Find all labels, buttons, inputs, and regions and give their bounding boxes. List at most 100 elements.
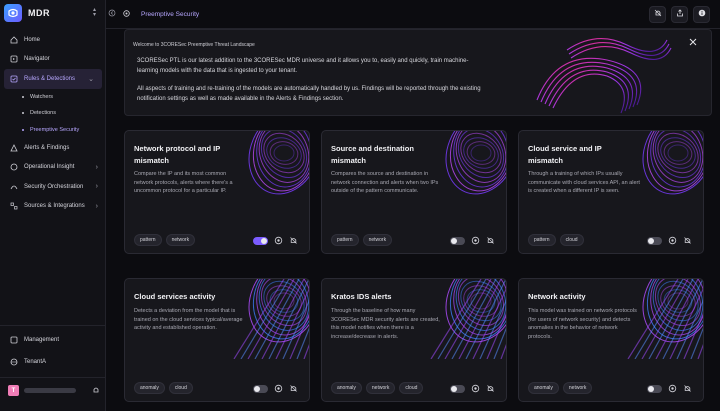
- sidebar-item-sources-integrations[interactable]: Sources & Integrations ›: [0, 197, 106, 217]
- sidebar-item-label: Home: [24, 36, 41, 43]
- sidebar-bottom: Management TenantA T: [0, 325, 106, 396]
- retrain-icon[interactable]: [471, 384, 480, 393]
- tag-network: network: [165, 234, 196, 246]
- sidebar-item-label: Sources & Integrations: [24, 203, 85, 210]
- settings-gear-icon[interactable]: [122, 9, 131, 20]
- model-card: Cloud services activity Detects a deviat…: [124, 278, 310, 402]
- topbar: Preemptive Security: [106, 0, 720, 29]
- tag-cloud: cloud: [399, 382, 424, 394]
- bell-icon[interactable]: [92, 386, 100, 396]
- sidebar-item-management[interactable]: Management: [0, 330, 106, 350]
- tag-network: network: [365, 382, 396, 394]
- enable-toggle[interactable]: [253, 384, 268, 393]
- sidebar-item-rules-detections[interactable]: Rules & Detections ⌄: [4, 69, 102, 89]
- toggle-knob: [648, 385, 654, 392]
- chevron-right-icon: ›: [95, 163, 98, 171]
- sidebar-nav: Home Navigator Rules & Detections ⌄ Watc…: [0, 30, 106, 216]
- card-title: Network protocol and IP mismatch: [134, 144, 221, 165]
- chevron-right-icon: ›: [95, 202, 98, 210]
- info-button[interactable]: [693, 5, 710, 23]
- sidebar-subitem-preemptive-security[interactable]: Preemptive Security: [0, 122, 106, 139]
- sidebar-subitem-detections[interactable]: Detections: [0, 105, 106, 122]
- card-description: This model was trained on network protoc…: [528, 308, 637, 340]
- sidebar-item-alerts-findings[interactable]: Alerts & Findings: [0, 138, 106, 158]
- bell-off-icon[interactable]: [683, 384, 692, 393]
- chevron-up-down-icon[interactable]: ▴ ▾: [93, 7, 96, 18]
- enable-toggle[interactable]: [450, 384, 465, 393]
- card-description: Compares the source and destination in n…: [331, 171, 439, 194]
- orchestration-icon: [9, 182, 18, 191]
- tag-cloud: cloud: [559, 234, 584, 246]
- top-actions: [649, 5, 710, 23]
- tag-anomaly: anomaly: [134, 382, 165, 394]
- home-icon: [9, 35, 18, 44]
- sidebar-item-navigator[interactable]: Navigator: [0, 50, 106, 70]
- retrain-icon[interactable]: [471, 236, 480, 245]
- nav-controls: [108, 9, 131, 20]
- bell-off-icon[interactable]: [289, 236, 298, 245]
- sidebar-subitem-label: Watchers: [30, 93, 54, 100]
- sidebar-subitem-watchers[interactable]: Watchers: [0, 89, 106, 106]
- card-controls: [450, 236, 495, 245]
- card-tags: anomaly network cloud: [331, 382, 424, 394]
- app-switcher[interactable]: MDR ▴ ▾: [4, 3, 102, 23]
- model-card: Network protocol and IP mismatch Compare…: [124, 130, 310, 254]
- toggle-knob: [261, 237, 267, 244]
- retrain-icon[interactable]: [668, 384, 677, 393]
- model-card: Kratos IDS alerts Through the baseline o…: [321, 278, 507, 402]
- close-icon[interactable]: [689, 38, 697, 48]
- settings-icon: [9, 335, 18, 344]
- sidebar-item-tenant[interactable]: TenantA: [0, 353, 106, 373]
- notification-off-button[interactable]: [649, 5, 666, 23]
- divider: [0, 325, 106, 326]
- enable-toggle[interactable]: [253, 236, 268, 245]
- retrain-icon[interactable]: [274, 236, 283, 245]
- share-button[interactable]: [671, 5, 688, 23]
- card-tags: anomaly network: [528, 382, 593, 394]
- globe-icon: [9, 358, 18, 367]
- enable-toggle[interactable]: [647, 384, 662, 393]
- user-row[interactable]: T: [0, 378, 106, 396]
- bell-off-icon[interactable]: [683, 236, 692, 245]
- tag-anomaly: anomaly: [331, 382, 362, 394]
- welcome-paragraph-2: All aspects of training and re-training …: [137, 86, 481, 102]
- compass-icon: [9, 55, 18, 64]
- card-title: Source and destination mismatch: [331, 144, 414, 165]
- tag-anomaly: anomaly: [528, 382, 559, 394]
- tag-cloud: cloud: [168, 382, 193, 394]
- retrain-icon[interactable]: [274, 384, 283, 393]
- sidebar-item-operational-insight[interactable]: Operational Insight ›: [0, 158, 106, 178]
- bell-off-icon: [654, 9, 662, 19]
- tenant-label: TenantA: [24, 359, 47, 366]
- card-title: Kratos IDS alerts: [331, 292, 392, 301]
- collapse-sidebar-icon[interactable]: [108, 9, 116, 19]
- card-description: Through the baseline of how many 3CORESe…: [331, 308, 440, 340]
- page-title: Preemptive Security: [141, 10, 200, 18]
- tag-pattern: pattern: [134, 234, 162, 246]
- retrain-icon[interactable]: [668, 236, 677, 245]
- sidebar-item-label: Security Orchestration: [24, 183, 84, 190]
- card-tags: pattern network: [331, 234, 393, 246]
- card-controls: [450, 384, 495, 393]
- card-controls: [253, 384, 298, 393]
- alert-icon: [9, 143, 18, 152]
- sidebar-subitem-label: Preemptive Security: [30, 126, 80, 133]
- enable-toggle[interactable]: [647, 236, 662, 245]
- toggle-knob: [451, 385, 457, 392]
- info-icon: [698, 9, 706, 19]
- toggle-knob: [451, 237, 457, 244]
- bell-off-icon[interactable]: [486, 236, 495, 245]
- sidebar-item-home[interactable]: Home: [0, 30, 106, 50]
- bullet-icon: [22, 95, 24, 98]
- card-description: Detects a deviation from the model that …: [134, 308, 243, 331]
- bell-off-icon[interactable]: [289, 384, 298, 393]
- welcome-ribbon-art: [536, 38, 672, 114]
- sidebar-item-label: Navigator: [24, 56, 50, 63]
- enable-toggle[interactable]: [450, 236, 465, 245]
- bullet-icon: [22, 128, 24, 131]
- rules-icon: [9, 74, 18, 83]
- model-card: Source and destination mismatch Compares…: [321, 130, 507, 254]
- bell-off-icon[interactable]: [486, 384, 495, 393]
- sidebar-item-security-orchestration[interactable]: Security Orchestration ›: [0, 177, 106, 197]
- share-icon: [676, 9, 684, 19]
